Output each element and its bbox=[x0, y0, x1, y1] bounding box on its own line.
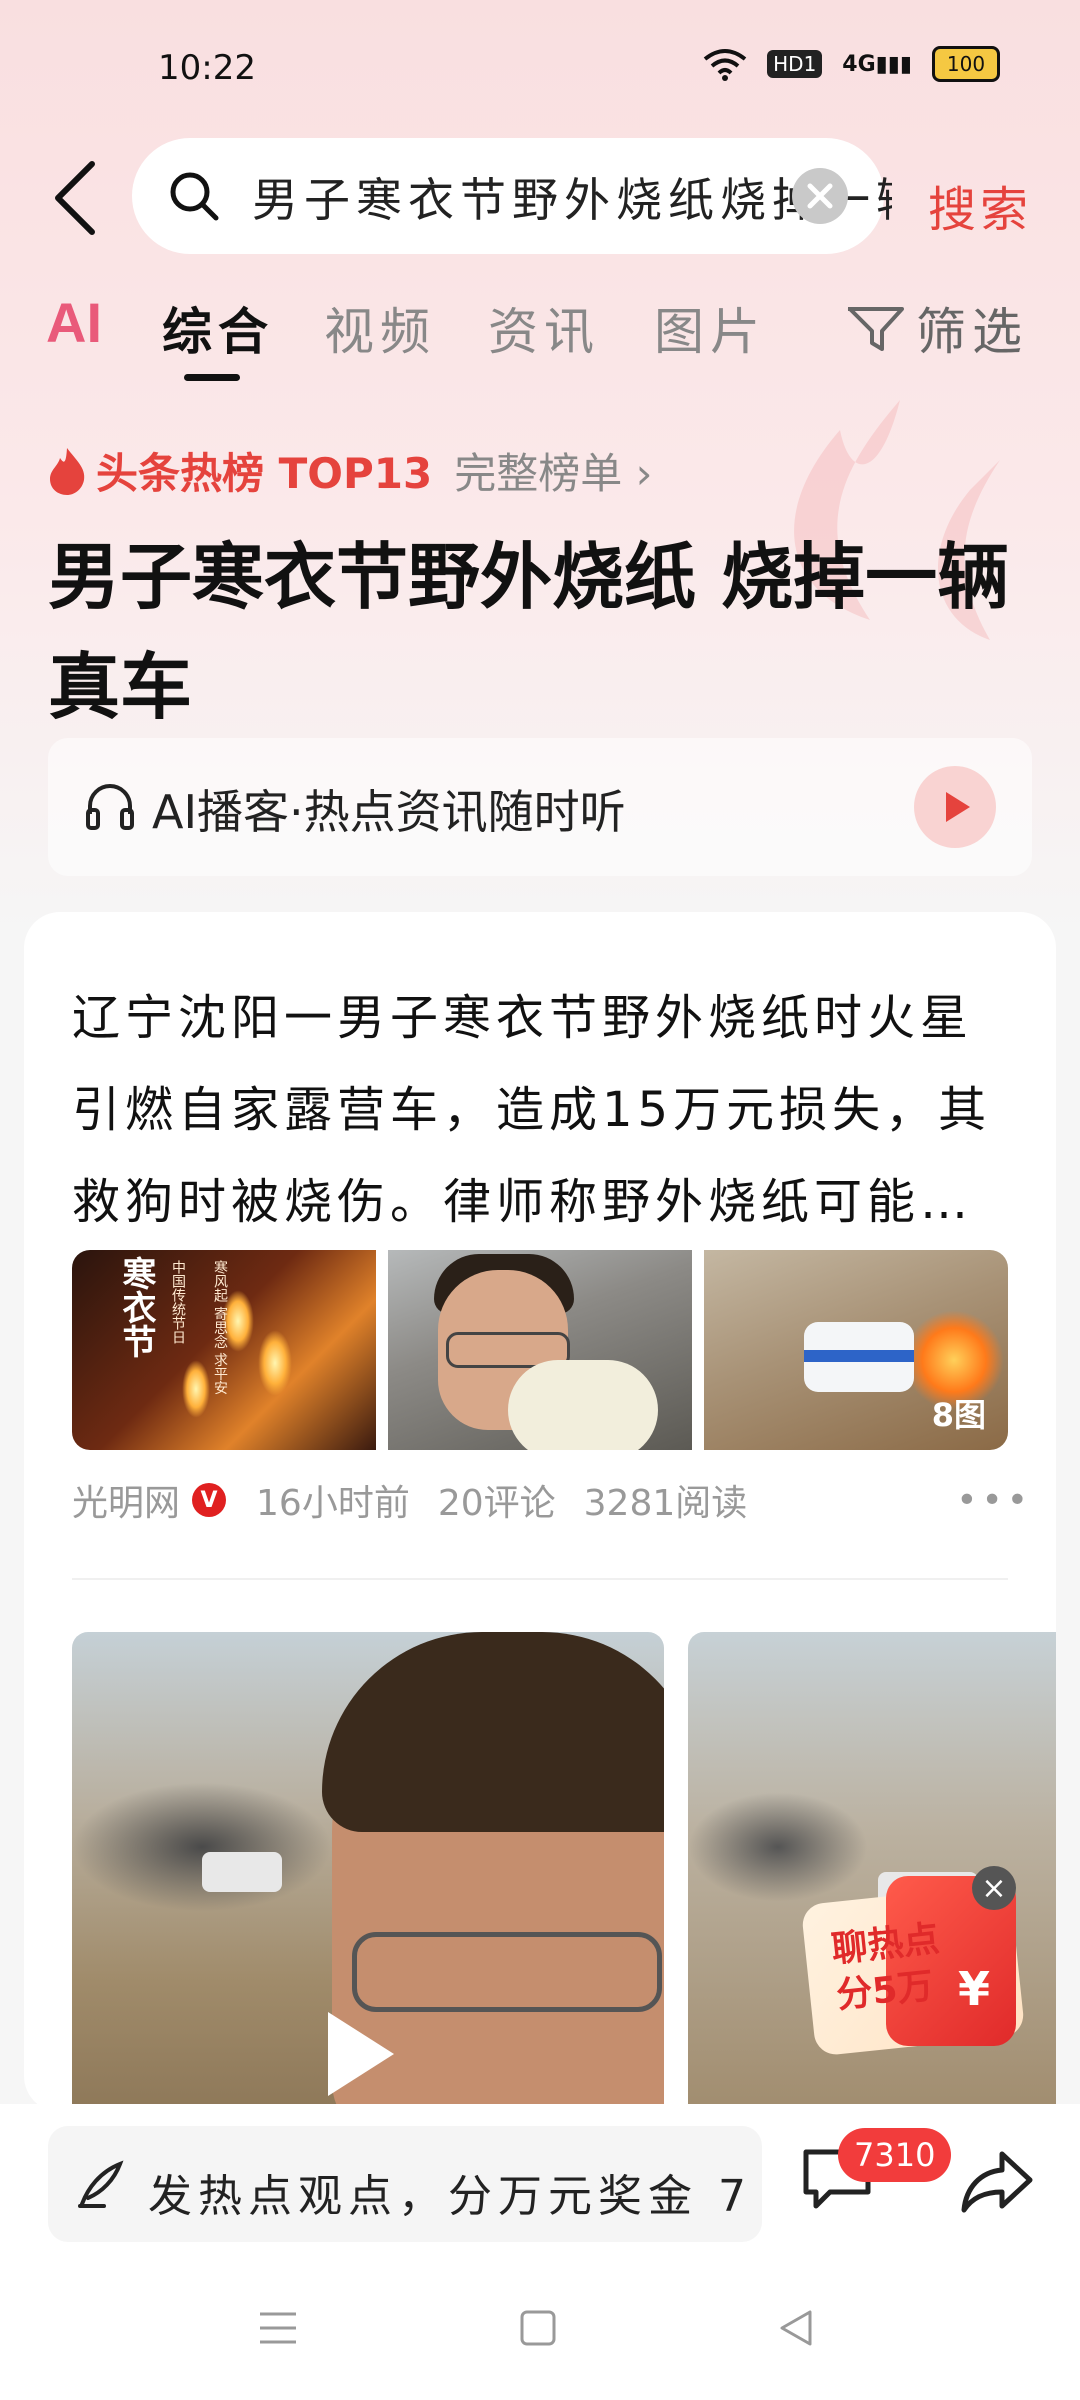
verified-icon: V bbox=[192, 1483, 227, 1517]
filter-label: 筛选 bbox=[916, 303, 1028, 361]
yen-icon: ¥ bbox=[958, 1962, 991, 2016]
tab-news[interactable]: 资讯 bbox=[488, 292, 600, 364]
status-time: 10:22 bbox=[158, 48, 256, 88]
photo-dog bbox=[508, 1360, 658, 1450]
pen-icon bbox=[78, 2160, 124, 2208]
full-list-link[interactable]: 完整榜单 › bbox=[454, 440, 652, 501]
article-summary[interactable]: 辽宁沈阳一男子寒衣节野外烧纸时火星引燃自家露营车，造成15万元损失，其救狗时被烧… bbox=[72, 972, 1002, 1248]
thumbnail-subtitle: 中国传统节日 bbox=[170, 1260, 186, 1344]
publish-time: 16小时前 bbox=[256, 1483, 410, 1524]
fire-icon bbox=[50, 447, 85, 495]
more-options-icon[interactable]: ••• bbox=[956, 1480, 1032, 1521]
article-thumbnails[interactable]: 寒衣节 中国传统节日 寒风起 寄思念 求平安 8图 bbox=[72, 1250, 1008, 1450]
hot-list-row[interactable]: 头条热榜 TOP13 完整榜单 › bbox=[46, 440, 652, 501]
video-thumbnail[interactable] bbox=[72, 1632, 664, 2132]
search-box[interactable] bbox=[132, 138, 894, 254]
tab-video[interactable]: 视频 bbox=[324, 292, 436, 364]
close-promo-button[interactable]: × bbox=[972, 1866, 1016, 1910]
tab-images[interactable]: 图片 bbox=[654, 292, 766, 364]
candle-flame bbox=[258, 1330, 292, 1396]
cellular-signal-icon: 4G▮▮▮ bbox=[842, 51, 912, 77]
status-bar: 10:22 HD1 4G▮▮▮ 100 bbox=[0, 0, 1080, 120]
podcast-label: AI播客·热点资讯随时听 bbox=[152, 785, 626, 839]
search-icon bbox=[170, 172, 219, 221]
photo-van-stripe bbox=[804, 1350, 914, 1362]
candle-flame bbox=[182, 1360, 210, 1418]
system-nav-bar bbox=[0, 2276, 1080, 2400]
active-tab-indicator bbox=[184, 374, 240, 381]
hot-list-label: 头条热榜 TOP13 bbox=[96, 449, 433, 498]
promo-text: 聊热点 分5万 bbox=[829, 1918, 942, 2017]
article-meta: 光明网 V 16小时前 20评论 3281阅读 ••• bbox=[72, 1474, 1032, 1526]
tab-comprehensive[interactable]: 综合 bbox=[162, 292, 274, 364]
photo-hair bbox=[322, 1632, 664, 1832]
read-count: 3281阅读 bbox=[583, 1483, 748, 1524]
thumbnail-verse: 寒风起 寄思念 求平安 bbox=[212, 1260, 228, 1395]
image-count: 8图 bbox=[931, 1396, 986, 1434]
page-title: 男子寒衣节野外烧纸 烧掉一辆真车 bbox=[48, 535, 1010, 729]
thumbnail-image[interactable]: 寒衣节 中国传统节日 寒风起 寄思念 求平安 bbox=[72, 1250, 376, 1450]
filter-button[interactable]: 筛选 bbox=[846, 292, 1028, 364]
photo-car bbox=[202, 1852, 282, 1892]
home-icon[interactable] bbox=[516, 2306, 560, 2350]
comment-input[interactable]: 发热点观点，分万元奖金 7. bbox=[48, 2126, 762, 2242]
ai-podcast-bar[interactable]: AI播客·热点资讯随时听 bbox=[48, 738, 1032, 876]
battery-icon: 100 bbox=[932, 46, 1000, 82]
back-icon[interactable] bbox=[48, 160, 108, 236]
red-packet-promo[interactable]: 聊热点 分5万 ¥ × bbox=[800, 1866, 1030, 2057]
menu-icon[interactable] bbox=[256, 2306, 300, 2350]
play-icon bbox=[946, 792, 970, 822]
hd-icon: HD1 bbox=[767, 50, 823, 78]
tab-ai[interactable]: AI bbox=[46, 290, 102, 355]
close-icon bbox=[807, 183, 833, 209]
photo-smoke bbox=[72, 1782, 332, 1912]
thumbnail-image[interactable]: 8图 bbox=[704, 1250, 1008, 1450]
comment-count-badge: 7310 bbox=[838, 2128, 952, 2182]
photo-glasses bbox=[352, 1932, 662, 2012]
comment-count: 20评论 bbox=[437, 1483, 556, 1524]
search-tabs: AI 综合 视频 资讯 图片 筛选 bbox=[0, 290, 1080, 390]
back-nav-icon[interactable] bbox=[774, 2306, 818, 2350]
thumbnail-image[interactable] bbox=[388, 1250, 692, 1450]
search-button[interactable]: 搜索 bbox=[928, 170, 1032, 240]
headphones-icon bbox=[86, 784, 134, 830]
comment-placeholder: 发热点观点，分万元奖金 7. bbox=[148, 2171, 748, 2222]
thumbnail-title: 寒衣节 bbox=[116, 1256, 156, 1358]
divider bbox=[72, 1578, 1008, 1580]
clear-search-button[interactable] bbox=[792, 168, 848, 224]
filter-icon bbox=[848, 307, 904, 351]
status-icons: HD1 4G▮▮▮ 100 bbox=[703, 46, 1000, 82]
wifi-icon bbox=[703, 49, 747, 81]
podcast-play-button[interactable] bbox=[914, 766, 996, 848]
share-icon[interactable] bbox=[960, 2148, 1034, 2214]
video-play-icon[interactable] bbox=[328, 2012, 394, 2096]
source-name[interactable]: 光明网 bbox=[72, 1474, 180, 1526]
